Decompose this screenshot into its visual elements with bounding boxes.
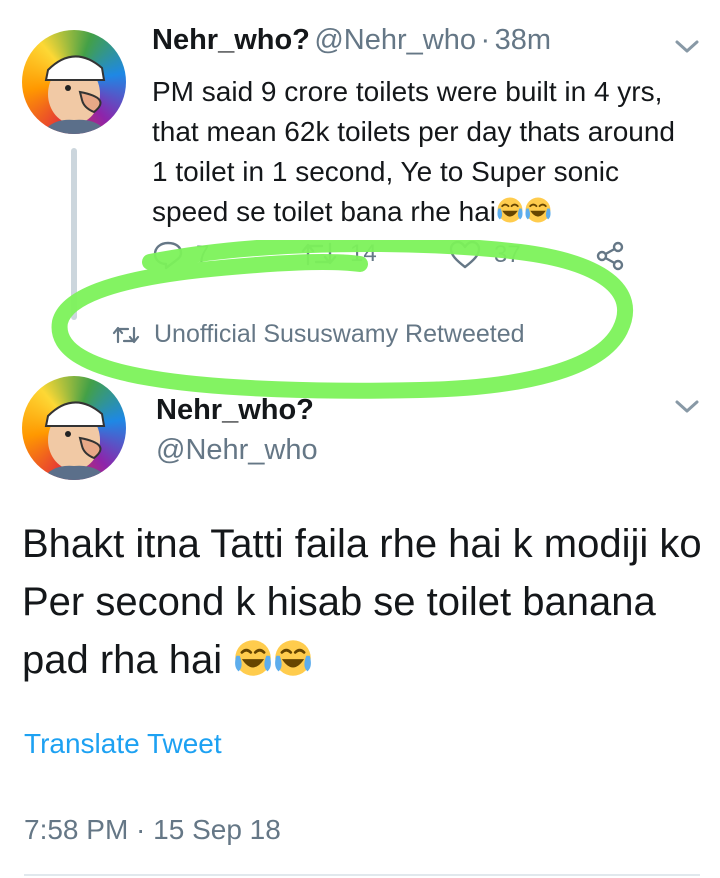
retweeted-by-label: Unofficial Sususwamy Retweeted — [154, 320, 525, 348]
reply-count: 7 — [196, 241, 210, 268]
retweet-context[interactable]: Unofficial Sususwamy Retweeted — [112, 320, 525, 349]
tweet-timestamp[interactable]: 7:58 PM · 15 Sep 18 — [24, 814, 281, 846]
share-icon — [596, 241, 624, 271]
separator: · — [480, 24, 491, 56]
divider — [24, 874, 700, 876]
laughing-emoji-icon — [275, 640, 312, 676]
display-name[interactable]: Nehr_who? — [152, 24, 310, 56]
reply-button[interactable]: 7 — [152, 240, 209, 270]
retweet-button[interactable]: 14 — [300, 240, 377, 268]
share-button[interactable] — [594, 240, 626, 272]
chevron-down-icon[interactable] — [674, 398, 700, 416]
like-count: 37 — [494, 241, 521, 268]
laughing-emoji-icon — [525, 197, 551, 223]
tweet2-text: Bhakt itna Tatti faila rhe hai k modiji … — [22, 515, 702, 689]
translate-tweet-link[interactable]: Translate Tweet — [24, 728, 222, 760]
time-ago[interactable]: 38m — [495, 24, 551, 56]
like-button[interactable]: 37 — [448, 240, 521, 270]
handle[interactable]: @Nehr_who — [156, 434, 318, 467]
like-icon — [449, 240, 481, 269]
tweet-actions: 7 14 37 — [152, 240, 672, 280]
reply-icon — [153, 241, 183, 270]
tweet1-text: PM said 9 crore toilets were built in 4 … — [152, 72, 692, 232]
retweet-icon — [301, 242, 337, 266]
avatar[interactable] — [22, 30, 126, 134]
display-name[interactable]: Nehr_who? — [156, 394, 314, 427]
retweet-icon — [112, 326, 140, 343]
tweet1-header: Nehr_who? @Nehr_who · 38m — [152, 24, 551, 57]
tweet-text: PM said 9 crore toilets were built in 4 … — [152, 76, 675, 227]
tweet-text: Bhakt itna Tatti faila rhe hai k modiji … — [22, 522, 702, 682]
avatar[interactable] — [22, 376, 126, 480]
retweet-count: 14 — [350, 240, 377, 267]
handle[interactable]: @Nehr_who — [314, 24, 476, 56]
chevron-down-icon[interactable] — [674, 38, 700, 56]
laughing-emoji-icon — [235, 640, 272, 676]
laughing-emoji-icon — [497, 197, 523, 223]
thread-line — [71, 148, 77, 320]
